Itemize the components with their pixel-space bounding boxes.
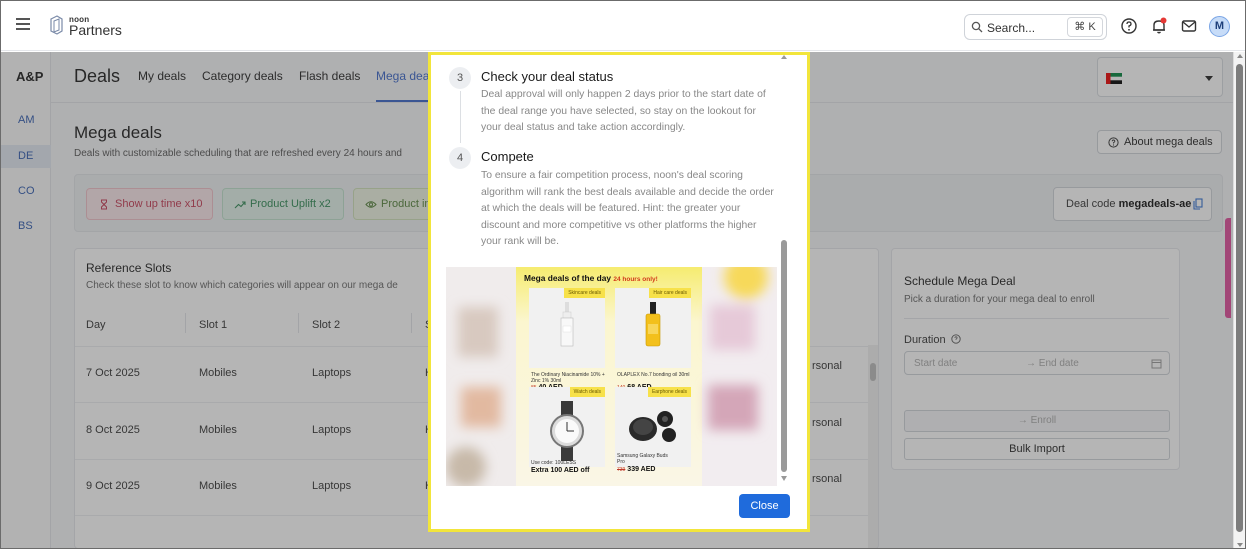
modal-scrollbar[interactable]	[779, 55, 789, 486]
promo-product-name: Use code: 100LESS	[531, 460, 577, 466]
user-avatar[interactable]: M	[1209, 16, 1230, 37]
promo-product-card: Skincare deals	[529, 288, 605, 368]
logo-mark-icon	[50, 15, 63, 35]
scroll-up-arrow-icon[interactable]	[1237, 54, 1243, 58]
search-input[interactable]: Search... ⌘ K	[964, 14, 1107, 40]
promo-product-price: 739 339 AED	[617, 466, 656, 473]
serum-bottle-image	[560, 302, 574, 347]
step-number: 3	[449, 67, 471, 89]
close-button[interactable]: Close	[739, 494, 790, 518]
promo-background	[446, 267, 777, 486]
promo-category-tag: Watch deals	[569, 387, 605, 397]
scroll-up-arrow-icon[interactable]	[781, 55, 787, 59]
help-icon[interactable]	[1120, 17, 1138, 35]
step-description: To ensure a fair competition process, no…	[481, 170, 774, 247]
promo-product-name: Samsung Galaxy Buds Pro	[617, 453, 668, 465]
app-frame: noon Partners Search... ⌘ K M A&P AM DE …	[0, 0, 1246, 549]
step-title: Check your deal status	[481, 69, 614, 84]
mega-deals-promo-image: Mega deals of the day 24 hours only! Ski…	[446, 267, 777, 486]
scroll-down-arrow-icon[interactable]	[1237, 543, 1243, 547]
shortcut-hint: ⌘ K	[1067, 17, 1103, 37]
earbuds-image	[629, 411, 676, 442]
promo-product-card: Hair care deals	[615, 288, 691, 368]
scrollbar-thumb[interactable]	[781, 240, 787, 472]
brand-name: Partners	[69, 22, 122, 38]
promo-product-price: Extra 100 AED off	[531, 467, 590, 474]
mail-icon[interactable]	[1180, 17, 1198, 35]
scrollbar-thumb[interactable]	[1236, 64, 1243, 532]
step-title: Compete	[481, 149, 534, 164]
promo-title: Mega deals of the day 24 hours only!	[524, 273, 658, 283]
oil-bottle-image	[645, 302, 661, 347]
promo-category-tag: Earphone deals	[647, 387, 691, 397]
search-icon	[971, 21, 983, 33]
promo-category-tag: Skincare deals	[564, 288, 605, 298]
watch-image	[550, 401, 584, 461]
step-description: Deal approval will only happen 2 days pr…	[481, 89, 766, 133]
top-bar: noon Partners Search... ⌘ K M	[1, 1, 1245, 51]
search-placeholder: Search...	[987, 21, 1036, 35]
notification-bell-icon[interactable]	[1150, 17, 1168, 35]
step-number: 4	[449, 147, 471, 169]
scroll-down-arrow-icon[interactable]	[781, 476, 787, 481]
promo-product-name: OLAPLEX No.7 bonding oil 30ml	[617, 372, 690, 378]
promo-badge: 24 hours only!	[613, 276, 658, 283]
about-mega-deals-modal: 3 Check your deal status Deal approval w…	[428, 52, 810, 532]
promo-category-tag: Hair care deals	[649, 288, 691, 298]
promo-product-card: Watch deals	[529, 387, 605, 467]
promo-product-name: The Ordinary Niacinamide 10% + Zinc 1% 3…	[531, 372, 605, 384]
page-scrollbar[interactable]	[1233, 52, 1245, 548]
menu-icon[interactable]	[16, 18, 30, 30]
step-connector	[460, 91, 461, 143]
